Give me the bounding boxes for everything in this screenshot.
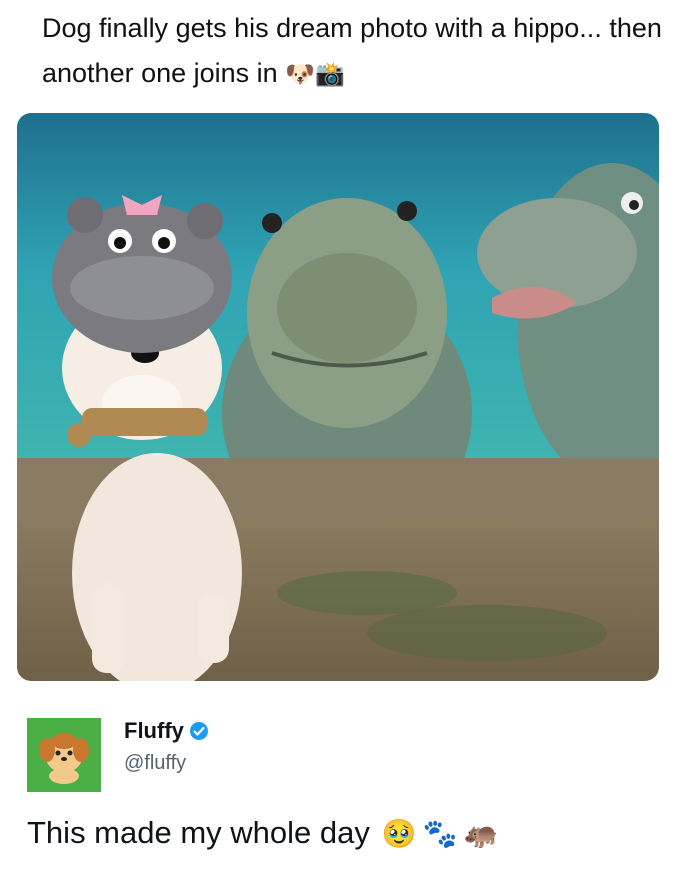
meme-caption: Dog finally gets his dream photo with a … — [42, 6, 662, 97]
dog-avatar-icon — [39, 733, 89, 784]
post-emojis: 🥹🐾🦛 — [381, 816, 505, 850]
author-avatar[interactable] — [27, 718, 101, 792]
caption-emojis: 🐶📸 — [285, 60, 345, 88]
post-body: This made my whole day 🥹🐾🦛 — [27, 815, 504, 851]
post-photo[interactable] — [17, 113, 659, 681]
verified-badge-icon — [189, 721, 209, 741]
caption-text: Dog finally gets his dream photo with a … — [42, 13, 662, 88]
author-name[interactable]: Fluffy — [124, 718, 184, 744]
post-text: This made my whole day — [27, 815, 370, 850]
author-name-row[interactable]: Fluffy — [124, 718, 209, 744]
dog-and-hippos-photo — [17, 113, 659, 681]
author-handle[interactable]: @fluffy — [124, 752, 186, 775]
